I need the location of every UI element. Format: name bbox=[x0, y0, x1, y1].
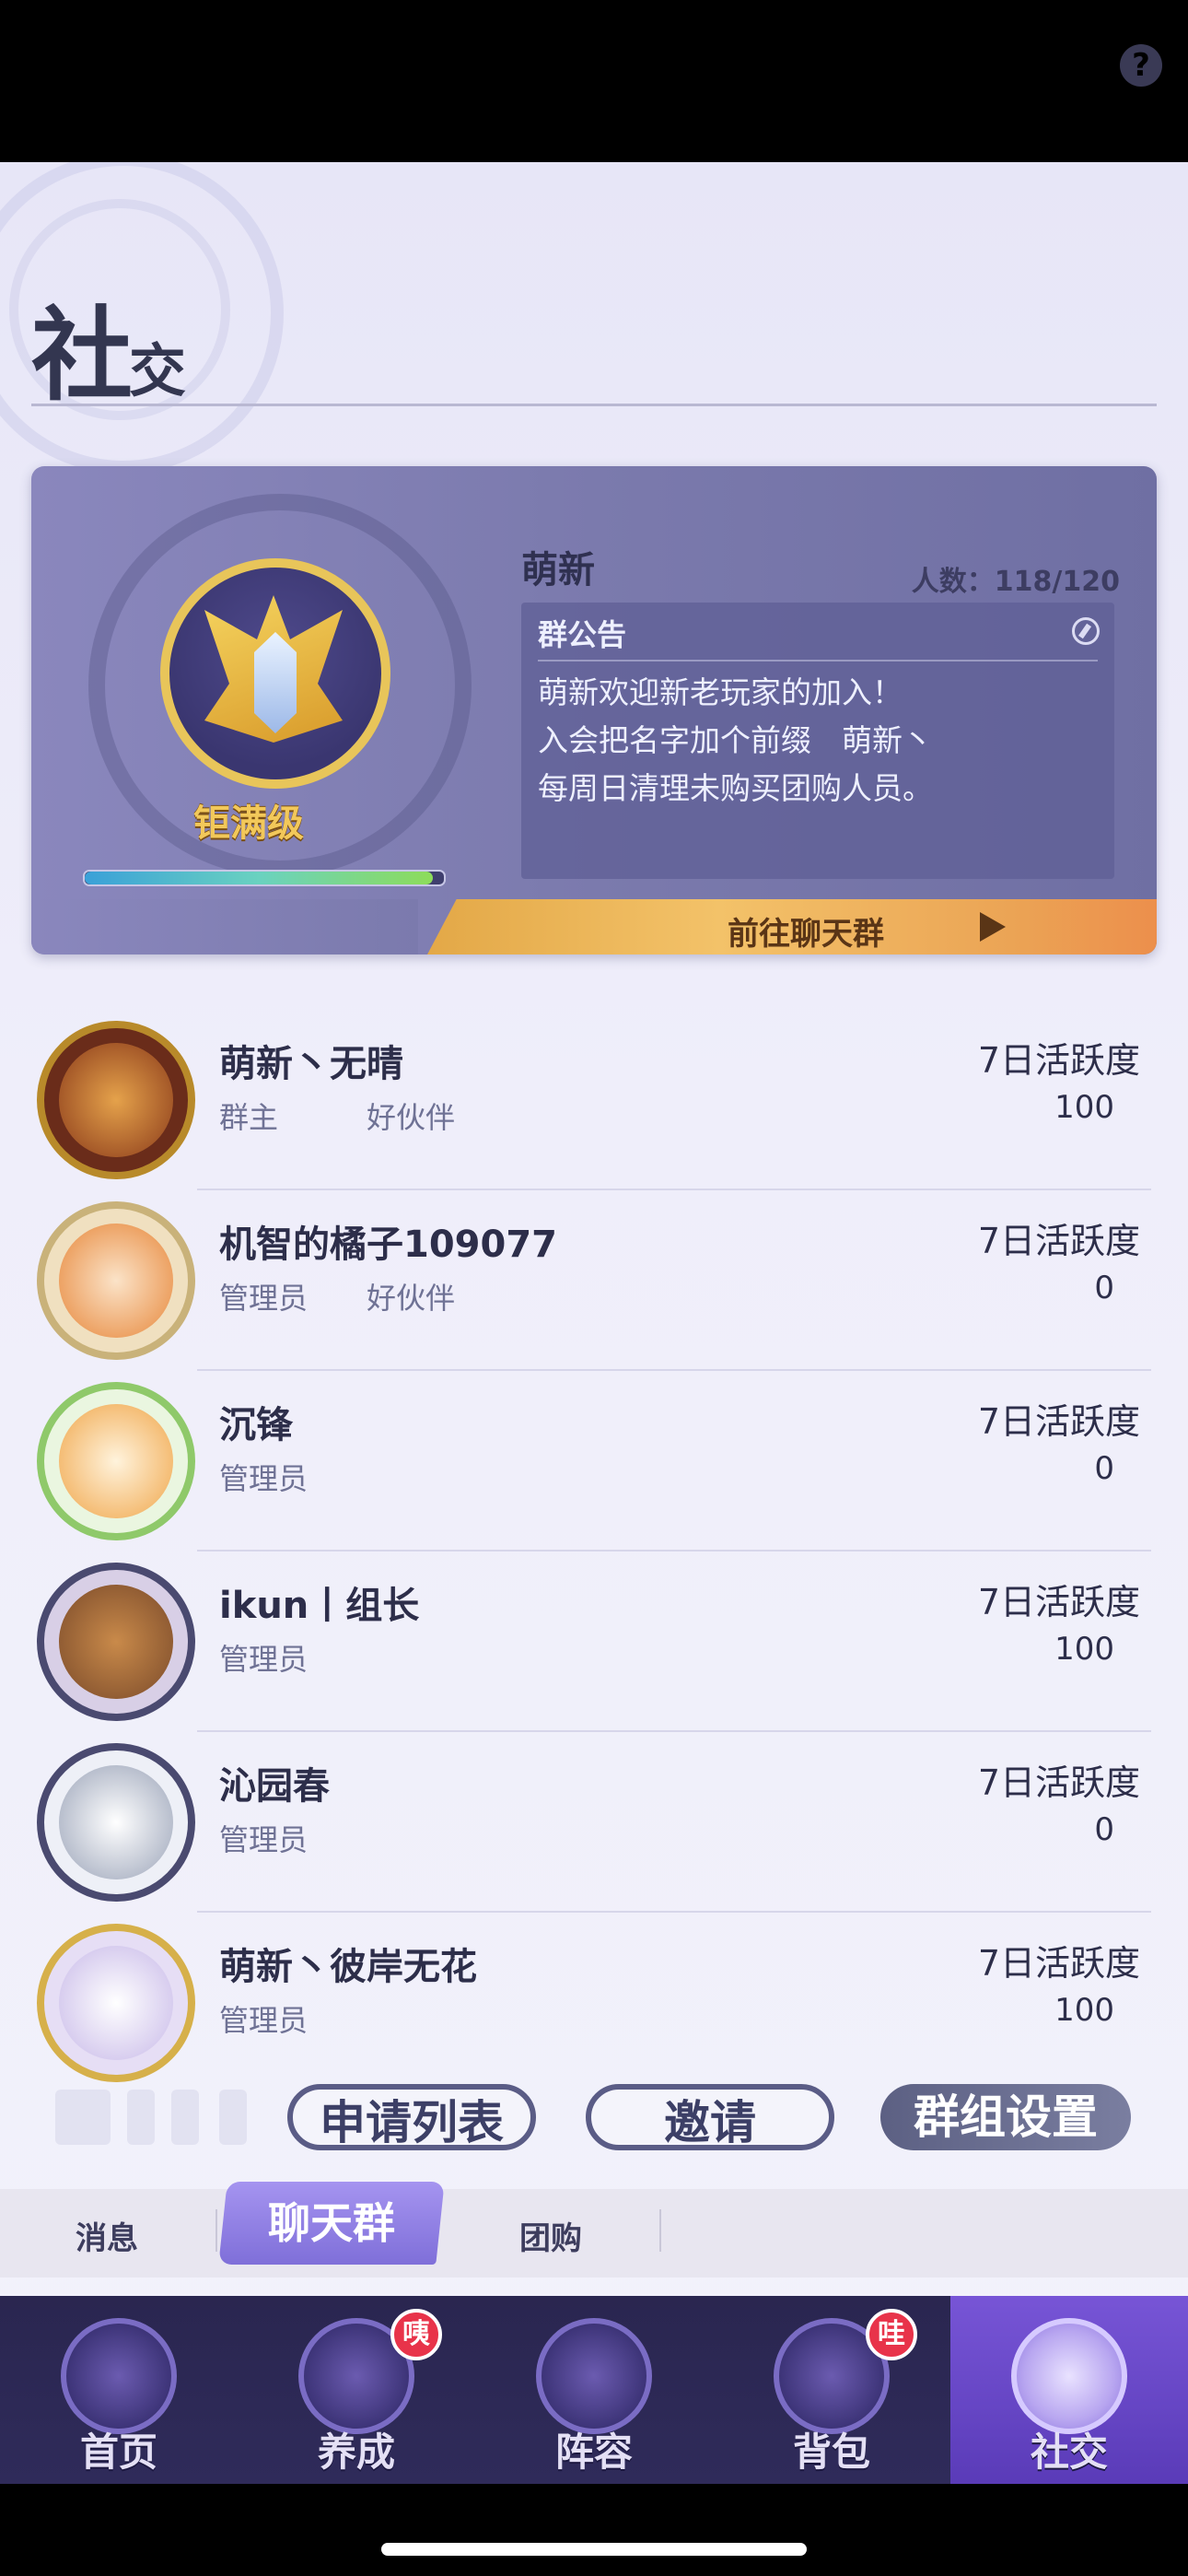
nav-label: 背包 bbox=[792, 2430, 870, 2475]
home-indicator[interactable] bbox=[381, 2543, 807, 2556]
badge-shield-shape bbox=[254, 632, 297, 733]
nav-train[interactable]: 咦 养成 bbox=[238, 2296, 475, 2484]
member-role: 管理员 bbox=[219, 1461, 309, 1496]
activity-value: 0 bbox=[1094, 1270, 1114, 1306]
notice-body: 萌新欢迎新老玩家的加入！ 入会把名字加个前缀 萌新丶 每周日清理未购买团购人员。 bbox=[538, 669, 933, 813]
member-name: 萌新丶无晴 bbox=[219, 1043, 403, 1085]
title-divider bbox=[31, 404, 1157, 406]
member-avatar[interactable] bbox=[37, 1382, 195, 1540]
group-exp-bar bbox=[83, 870, 446, 886]
member-avatar[interactable] bbox=[37, 1743, 195, 1902]
activity-label: 7日活跃度 bbox=[977, 1040, 1140, 1081]
activity-value: 100 bbox=[1054, 1089, 1114, 1126]
member-avatar[interactable] bbox=[37, 1021, 195, 1179]
nav-home[interactable]: 首页 bbox=[0, 2296, 238, 2484]
status-area: ? bbox=[0, 0, 1188, 162]
action-bar-decoration bbox=[127, 2090, 155, 2145]
group-level-label: 钜满级 bbox=[193, 802, 304, 845]
home-icon bbox=[61, 2318, 177, 2434]
member-avatar[interactable] bbox=[37, 1924, 195, 2082]
member-name: 机智的橘子109077 bbox=[219, 1224, 557, 1266]
member-role: 管理员 bbox=[219, 2003, 309, 2038]
notice-title: 群公告 bbox=[538, 617, 627, 652]
edit-notice-icon[interactable] bbox=[1072, 617, 1100, 645]
notice-line: 入会把名字加个前缀 萌新丶 bbox=[538, 722, 933, 758]
nav-label: 首页 bbox=[79, 2430, 157, 2475]
action-bar-decoration bbox=[55, 2090, 111, 2145]
member-partner-tag: 好伙伴 bbox=[367, 1281, 456, 1316]
group-settings-button[interactable]: 群组设置 bbox=[880, 2084, 1131, 2150]
card-tab-shape bbox=[31, 899, 418, 954]
question-circle-icon[interactable]: ? bbox=[1120, 44, 1162, 87]
group-action-bar: 申请列表 邀请 群组设置 bbox=[55, 2080, 1133, 2154]
play-arrow-icon bbox=[980, 912, 1006, 942]
activity-label: 7日活跃度 bbox=[977, 1221, 1140, 1261]
nav-label: 养成 bbox=[317, 2430, 395, 2475]
member-row[interactable]: 沁园春 管理员 7日活跃度 0 bbox=[0, 1732, 1188, 1913]
nav-social[interactable]: 社交 bbox=[950, 2296, 1188, 2484]
member-partner-tag: 好伙伴 bbox=[367, 1100, 456, 1135]
tab-chat-group[interactable]: 聊天群 bbox=[218, 2182, 445, 2265]
group-level-badge-icon[interactable] bbox=[160, 558, 390, 789]
group-notice-panel: 群公告 萌新欢迎新老玩家的加入！ 入会把名字加个前缀 萌新丶 每周日清理未购买团… bbox=[521, 603, 1114, 879]
nav-backpack[interactable]: 哇 背包 bbox=[713, 2296, 950, 2484]
member-name: ikun丨组长 bbox=[219, 1585, 420, 1627]
notification-badge: 咦 bbox=[390, 2309, 442, 2360]
sub-tab-bar: 消息 聊天群 团购 bbox=[0, 2182, 1188, 2277]
member-row[interactable]: ikun丨组长 管理员 7日活跃度 100 bbox=[0, 1551, 1188, 1732]
page-title-big: 社 bbox=[31, 296, 133, 415]
bottom-nav: 首页 咦 养成 阵容 哇 背包 社交 bbox=[0, 2296, 1188, 2484]
activity-label: 7日活跃度 bbox=[977, 1762, 1140, 1803]
member-role: 管理员 bbox=[219, 1822, 309, 1857]
activity-value: 0 bbox=[1094, 1811, 1114, 1848]
tab-chat-group-label: 聊天群 bbox=[268, 2198, 395, 2248]
member-row[interactable]: 萌新丶彼岸无花 管理员 7日活跃度 100 bbox=[0, 1913, 1188, 2093]
social-screen: 社交 钜满级 萌新 人数：118/120 群公告 萌新欢迎新老玩家的加入！ 入会… bbox=[0, 162, 1188, 2484]
action-bar-decoration bbox=[171, 2090, 199, 2145]
tab-divider bbox=[215, 2209, 217, 2252]
goto-chat-button[interactable]: 前往聊天群 bbox=[427, 899, 1157, 954]
tab-messages[interactable]: 消息 bbox=[76, 2213, 138, 2258]
page-title: 社交 bbox=[31, 273, 186, 420]
member-role: 群主 bbox=[219, 1100, 279, 1135]
member-count: 人数：118/120 bbox=[911, 566, 1120, 598]
invite-button[interactable]: 邀请 bbox=[586, 2084, 834, 2150]
activity-label: 7日活跃度 bbox=[977, 1401, 1140, 1442]
tab-divider bbox=[659, 2209, 661, 2252]
activity-value: 0 bbox=[1094, 1450, 1114, 1487]
nav-lineup[interactable]: 阵容 bbox=[475, 2296, 713, 2484]
activity-value: 100 bbox=[1054, 1631, 1114, 1668]
notice-divider bbox=[538, 660, 1098, 662]
member-avatar[interactable] bbox=[37, 1201, 195, 1360]
action-bar-decoration bbox=[219, 2090, 247, 2145]
nav-label: 社交 bbox=[1030, 2430, 1108, 2475]
tab-group-buy[interactable]: 团购 bbox=[519, 2213, 582, 2258]
member-name: 萌新丶彼岸无花 bbox=[219, 1946, 477, 1988]
member-name: 沁园春 bbox=[219, 1765, 330, 1808]
member-row[interactable]: 萌新丶无晴 群主 好伙伴 7日活跃度 100 bbox=[0, 1010, 1188, 1190]
member-row[interactable]: 机智的橘子109077 管理员 好伙伴 7日活跃度 0 bbox=[0, 1190, 1188, 1371]
nav-label: 阵容 bbox=[554, 2430, 633, 2475]
member-avatar[interactable] bbox=[37, 1563, 195, 1721]
group-name: 萌新 bbox=[521, 549, 595, 591]
apply-list-button[interactable]: 申请列表 bbox=[287, 2084, 536, 2150]
lineup-icon bbox=[536, 2318, 652, 2434]
activity-label: 7日活跃度 bbox=[977, 1582, 1140, 1622]
member-role: 管理员 bbox=[219, 1281, 309, 1316]
group-exp-fill bbox=[85, 872, 434, 884]
page-title-small: 交 bbox=[129, 337, 187, 404]
member-row[interactable]: 沉锋 管理员 7日活跃度 0 bbox=[0, 1371, 1188, 1551]
goto-chat-label: 前往聊天群 bbox=[728, 916, 884, 953]
member-role: 管理员 bbox=[219, 1642, 309, 1677]
member-name: 沉锋 bbox=[219, 1404, 293, 1446]
social-icon bbox=[1011, 2318, 1127, 2434]
notice-line: 萌新欢迎新老玩家的加入！ bbox=[538, 674, 903, 710]
notification-badge: 哇 bbox=[866, 2309, 917, 2360]
activity-label: 7日活跃度 bbox=[977, 1943, 1140, 1984]
notice-line: 每周日清理未购买团购人员。 bbox=[538, 770, 933, 806]
activity-value: 100 bbox=[1054, 1992, 1114, 2029]
group-info-card: 钜满级 萌新 人数：118/120 群公告 萌新欢迎新老玩家的加入！ 入会把名字… bbox=[31, 466, 1157, 954]
member-list[interactable]: 萌新丶无晴 群主 好伙伴 7日活跃度 100 机智的橘子109077 管理员 好… bbox=[0, 1010, 1188, 2235]
